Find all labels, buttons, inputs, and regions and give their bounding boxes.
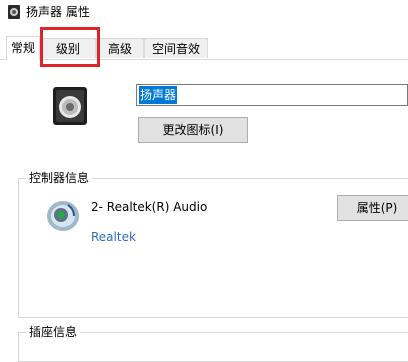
jack-info-label: 插座信息 <box>26 325 81 339</box>
controller-info-label: 控制器信息 <box>26 171 93 185</box>
tab-general[interactable]: 常规 <box>6 36 40 60</box>
title-bar: 扬声器 属性 <box>0 0 408 26</box>
tab-spatial-sound[interactable]: 空间音效 <box>144 38 208 58</box>
device-name-field[interactable]: 扬声器 <box>136 84 408 106</box>
properties-button[interactable]: 属性(P) <box>337 195 408 221</box>
tab-advanced[interactable]: 高级 <box>96 38 144 58</box>
controller-vendor-link[interactable]: Realtek <box>91 229 136 245</box>
audio-controller-icon <box>47 201 79 231</box>
controller-name: 2- Realtek(R) Audio <box>91 200 208 214</box>
speaker-icon <box>53 87 87 125</box>
window-title: 扬声器 属性 <box>26 5 90 19</box>
speaker-icon <box>8 5 20 19</box>
tab-levels-highlight <box>40 27 100 67</box>
change-icon-button[interactable]: 更改图标(I) <box>138 117 248 143</box>
device-name-value: 扬声器 <box>139 86 178 104</box>
